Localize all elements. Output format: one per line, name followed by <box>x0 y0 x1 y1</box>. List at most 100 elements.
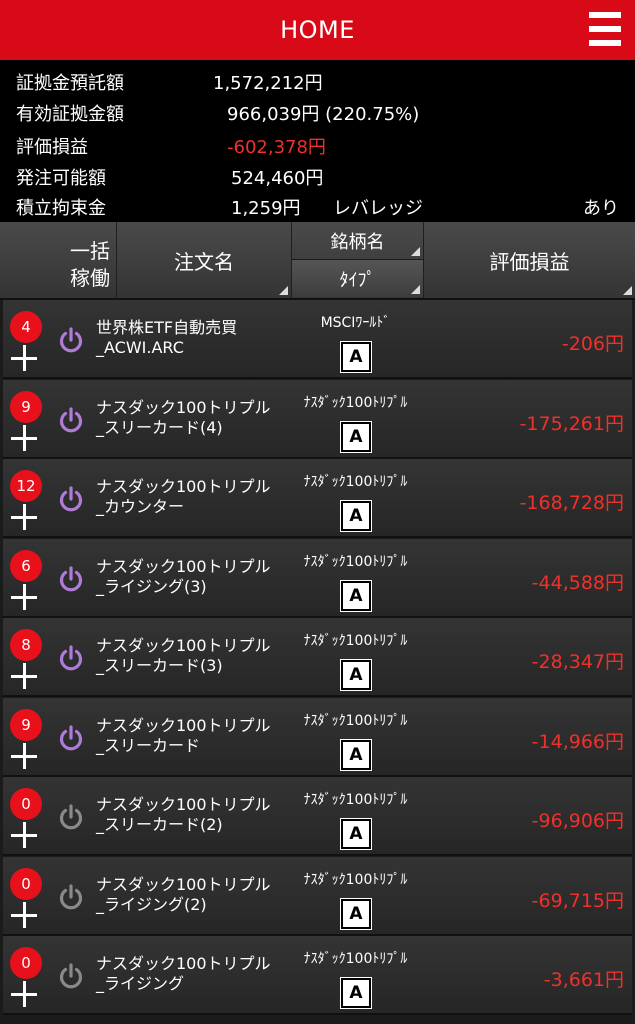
position-count-badge: 8 <box>10 629 42 661</box>
plus-icon[interactable] <box>11 663 37 689</box>
order-row[interactable]: 4 世界株ETF自動売買 _ACWI.ARC MSCIﾜｰﾙﾄﾞ A -206円 <box>3 300 632 379</box>
order-name-line2: _ACWI.ARC <box>96 338 184 357</box>
header-label: 稼働 <box>70 266 110 290</box>
power-icon[interactable] <box>56 882 86 912</box>
order-name-line1: ナスダック100トリプル <box>96 477 271 496</box>
order-name: ナスダック100トリプル _カウンター <box>96 477 271 517</box>
order-name-line2: _スリーカード <box>96 735 201 755</box>
type-badge: A <box>341 819 371 849</box>
pl-value: -3,661円 <box>543 969 624 991</box>
header-label: 評価損益 <box>489 249 570 274</box>
summary-label: 積立拘束金 <box>16 198 106 219</box>
app-header: HOME <box>0 0 635 60</box>
plus-icon[interactable] <box>11 742 37 769</box>
power-icon[interactable] <box>56 564 86 594</box>
pl-value: -28,347円 <box>531 651 624 673</box>
order-row[interactable]: 12 ナスダック100トリプル _カウンター ﾅｽﾀﾞｯｸ100ﾄﾘﾌﾟﾙ A … <box>3 459 632 538</box>
order-row[interactable]: 0 ナスダック100トリプル _スリーカード(2) ﾅｽﾀﾞｯｸ100ﾄﾘﾌﾟﾙ… <box>3 777 632 856</box>
summary-orderable-row: 発注可能額 524,460円 <box>0 160 635 190</box>
header-label: ﾀｲﾌﾟ <box>339 269 376 291</box>
sort-corner-icon <box>279 286 288 295</box>
pl-value: -14,966円 <box>531 730 624 753</box>
order-row[interactable]: 9 ナスダック100トリプル _スリーカード ﾅｽﾀﾞｯｸ100ﾄﾘﾌﾟﾙ A … <box>3 697 632 777</box>
batch-activate-header[interactable]: 一括 稼働 <box>0 222 117 298</box>
order-name-line2: _カウンター <box>96 497 185 516</box>
order-list: 4 世界株ETF自動売買 _ACWI.ARC MSCIﾜｰﾙﾄﾞ A -206円… <box>3 300 632 1024</box>
power-icon[interactable] <box>56 484 86 514</box>
order-name: ナスダック100トリプル _ライジング(3) <box>96 557 271 597</box>
order-name: 世界株ETF自動売買 _ACWI.ARC <box>96 318 237 358</box>
position-count-badge: 0 <box>10 788 42 820</box>
type-sort-header[interactable]: ﾀｲﾌﾟ <box>292 260 423 297</box>
hamburger-menu-icon[interactable] <box>589 12 621 46</box>
order-name-sort-header[interactable]: 注文名 <box>117 222 292 298</box>
order-name-line1: ナスダック100トリプル <box>96 556 271 576</box>
symbol-name: ﾅｽﾀﾞｯｸ100ﾄﾘﾌﾟﾙ <box>303 553 408 570</box>
menu-bar <box>589 26 621 32</box>
order-name-line1: ナスダック100トリプル <box>96 874 271 894</box>
symbol-sort-header[interactable]: 銘柄名 <box>292 222 423 260</box>
menu-bar <box>589 40 621 46</box>
power-icon[interactable] <box>56 961 86 991</box>
position-count-badge: 9 <box>10 390 42 423</box>
power-icon[interactable] <box>56 405 86 435</box>
order-name: ナスダック100トリプル _ライジング <box>96 954 271 994</box>
position-count-badge: 6 <box>10 549 42 582</box>
header-label: 一括 <box>70 239 110 263</box>
summary-value: 524,460円 <box>231 168 324 189</box>
pl-value: -44,588円 <box>531 571 624 594</box>
header-label: 銘柄名 <box>330 231 385 253</box>
summary-reserve-row: 積立拘束金 1,259円 レバレッジ あり <box>0 190 635 220</box>
leverage-label: レバレッジ <box>333 198 423 219</box>
symbol-name: ﾅｽﾀﾞｯｸ100ﾄﾘﾌﾟﾙ <box>303 474 408 490</box>
pl-sort-header[interactable]: 評価損益 <box>424 222 635 298</box>
pl-value: -168,728円 <box>519 492 624 514</box>
position-count-badge: 0 <box>10 867 42 900</box>
power-icon[interactable] <box>56 325 86 355</box>
order-row[interactable]: 0 ナスダック100トリプル _ライジング(2) ﾅｽﾀﾞｯｸ100ﾄﾘﾌﾟﾙ … <box>3 856 632 936</box>
order-name: ナスダック100トリプル _スリーカード(2) <box>96 795 271 835</box>
position-count-badge: 4 <box>10 311 42 343</box>
type-badge: A <box>341 342 371 372</box>
summary-label: 証拠金預託額 <box>16 73 124 94</box>
order-row[interactable]: 8 ナスダック100トリプル _スリーカード(3) ﾅｽﾀﾞｯｸ100ﾄﾘﾌﾟﾙ… <box>3 618 632 697</box>
power-icon[interactable] <box>56 802 86 832</box>
orders-table-header: 一括 稼働 注文名 銘柄名 ﾀｲﾌﾟ 評価損益 <box>0 222 635 300</box>
plus-icon[interactable] <box>11 981 37 1007</box>
order-name-line2: _ライジング(2) <box>96 894 207 914</box>
symbol-name: ﾅｽﾀﾞｯｸ100ﾄﾘﾌﾟﾙ <box>303 951 408 967</box>
leverage-value: あり <box>583 198 619 219</box>
type-badge: A <box>341 660 371 690</box>
symbol-name: ﾅｽﾀﾞｯｸ100ﾄﾘﾌﾟﾙ <box>303 712 408 729</box>
plus-icon[interactable] <box>11 583 37 610</box>
summary-value: 966,039円 (220.75%) <box>227 104 420 125</box>
symbol-name: ﾅｽﾀﾞｯｸ100ﾄﾘﾌﾟﾙ <box>303 792 408 808</box>
order-name-line2: _ライジング(3) <box>96 576 207 596</box>
symbol-name: ﾅｽﾀﾞｯｸ100ﾄﾘﾌﾟﾙ <box>303 871 408 888</box>
type-badge: A <box>341 501 371 531</box>
order-name-line2: _スリーカード(4) <box>96 417 223 437</box>
symbol-name: ﾅｽﾀﾞｯｸ100ﾄﾘﾌﾟﾙ <box>303 633 408 649</box>
order-row[interactable]: 9 ナスダック100トリプル _スリーカード(4) ﾅｽﾀﾞｯｸ100ﾄﾘﾌﾟﾙ… <box>3 379 632 459</box>
order-row[interactable]: 0 ナスダック100トリプル _ライジング ﾅｽﾀﾞｯｸ100ﾄﾘﾌﾟﾙ A -… <box>3 936 632 1015</box>
order-name-line2: _ライジング <box>96 974 185 993</box>
type-badge: A <box>341 898 371 929</box>
pl-value: -175,261円 <box>519 412 624 435</box>
order-row[interactable]: 6 ナスダック100トリプル _ライジング(3) ﾅｽﾀﾞｯｸ100ﾄﾘﾌﾟﾙ … <box>3 538 632 618</box>
summary-value: -602,378円 <box>227 137 326 158</box>
sort-corner-icon <box>411 285 420 294</box>
sort-corner-icon <box>411 247 420 256</box>
order-name-line2: _スリーカード(2) <box>96 815 223 834</box>
power-icon[interactable] <box>56 643 86 673</box>
summary-deposit-row: 証拠金預託額 1,572,212円 <box>0 65 635 95</box>
plus-icon[interactable] <box>11 424 37 451</box>
order-name: ナスダック100トリプル _スリーカード(3) <box>96 636 271 676</box>
plus-icon[interactable] <box>11 822 37 848</box>
plus-icon[interactable] <box>11 901 37 928</box>
plus-icon[interactable] <box>11 345 37 371</box>
plus-icon[interactable] <box>11 504 37 530</box>
order-name-line1: 世界株ETF自動売買 <box>96 318 238 337</box>
power-icon[interactable] <box>56 723 86 753</box>
position-count-badge: 12 <box>10 470 42 502</box>
type-badge: A <box>341 580 371 611</box>
